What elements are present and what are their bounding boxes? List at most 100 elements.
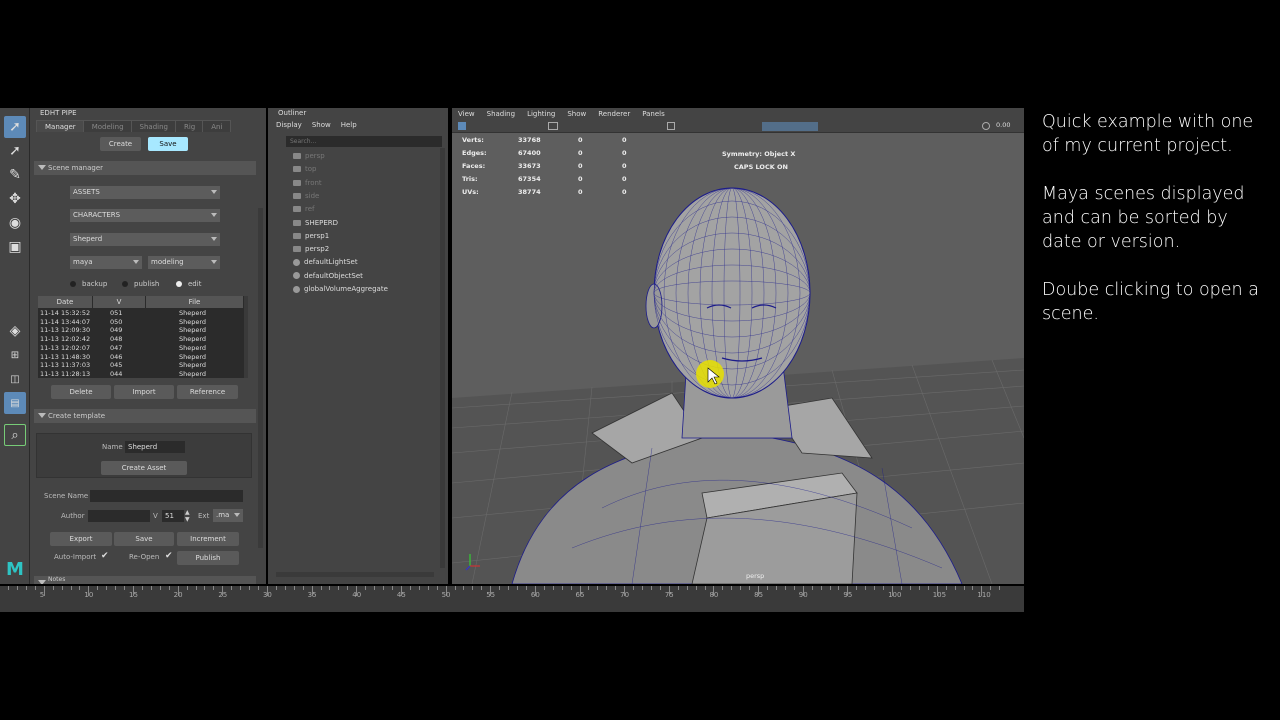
notes-section[interactable]: Notes <box>34 576 256 584</box>
timeline-tick <box>829 586 831 590</box>
gear-icon[interactable] <box>982 122 990 130</box>
lasso-tool-icon[interactable]: ➚ <box>4 140 26 162</box>
type-dropdown[interactable]: CHARACTERS <box>70 209 220 222</box>
outliner-hscrollbar[interactable] <box>276 572 434 577</box>
column-file[interactable]: File <box>146 296 243 308</box>
outliner-item[interactable]: SHEPERD <box>293 218 338 228</box>
outliner-item[interactable]: top <box>293 164 316 174</box>
tab-shading[interactable]: Shading <box>130 120 177 132</box>
row-file: Sheperd <box>179 326 207 335</box>
table-row[interactable]: 11-14 15:32:52 051 Sheperd <box>38 309 243 318</box>
radio-edit[interactable]: edit <box>176 279 201 289</box>
reopen-checkbox[interactable]: ✔ <box>165 551 173 561</box>
outliner-item[interactable]: defaultObjectSet <box>293 271 363 281</box>
radio-backup[interactable]: backup <box>70 279 107 289</box>
tab-modeling[interactable]: Modeling <box>82 120 133 132</box>
timeline-tick <box>517 586 518 590</box>
reference-button[interactable]: Reference <box>177 385 238 399</box>
camera-icon <box>293 153 301 159</box>
outliner-item[interactable]: defaultLightSet <box>293 257 358 267</box>
menu-show[interactable]: Show <box>567 108 586 120</box>
menu-view[interactable]: View <box>458 108 475 120</box>
column-date[interactable]: Date <box>38 296 92 308</box>
camera-select-icon[interactable] <box>458 122 466 130</box>
table-row[interactable]: 11-13 12:02:42 048 Sheperd <box>38 335 243 344</box>
table-row[interactable]: 11-13 12:09:30 049 Sheperd <box>38 326 243 335</box>
layout-outliner-icon[interactable]: ▤ <box>4 392 26 414</box>
create-template-section[interactable]: Create template <box>34 409 256 423</box>
software-dropdown[interactable]: maya <box>70 256 142 269</box>
list-scrollbar[interactable] <box>244 296 248 378</box>
export-button[interactable]: Export <box>50 532 112 546</box>
tab-rig[interactable]: Rig <box>174 120 205 132</box>
outliner-item[interactable]: side <box>293 191 319 201</box>
author-field[interactable] <box>88 510 150 522</box>
timeline-tick <box>61 586 63 590</box>
save-scene-button[interactable]: Save <box>114 532 174 546</box>
category-dropdown[interactable]: ASSETS <box>70 186 220 199</box>
menu-help[interactable]: Help <box>341 121 357 129</box>
menu-shading[interactable]: Shading <box>487 108 515 120</box>
outliner-vscrollbar[interactable] <box>440 148 445 568</box>
outliner-item[interactable]: front <box>293 178 322 188</box>
menu-panels[interactable]: Panels <box>642 108 665 120</box>
scene-manager-section[interactable]: Scene manager <box>34 161 256 175</box>
panel-scrollbar[interactable] <box>258 208 263 548</box>
search-icon[interactable]: ⌕ <box>4 424 26 446</box>
outliner-item[interactable]: persp2 <box>293 244 329 254</box>
radio-publish[interactable]: publish <box>122 279 159 289</box>
table-row[interactable]: 11-13 11:28:13 044 Sheperd <box>38 370 243 379</box>
menu-display[interactable]: Display <box>276 121 302 129</box>
value-readout[interactable]: 0.00 <box>996 121 1010 129</box>
tab-manager[interactable]: Manager <box>36 120 85 132</box>
timeline-tick <box>25 586 27 590</box>
outliner-item[interactable]: persp <box>293 151 325 161</box>
delete-button[interactable]: Delete <box>51 385 111 399</box>
timeline-tick <box>34 586 36 590</box>
outliner-item-label: persp2 <box>305 245 330 254</box>
menu-show[interactable]: Show <box>312 121 331 129</box>
version-stepper-icon[interactable]: ▲ ▼ <box>185 509 193 523</box>
table-row[interactable]: 11-14 13:44:07 050 Sheperd <box>38 318 243 327</box>
timeline-tick <box>8 586 9 590</box>
paint-select-icon[interactable]: ✎ <box>4 164 26 186</box>
table-row[interactable]: 11-13 11:37:03 045 Sheperd <box>38 361 243 370</box>
save-button[interactable]: Save <box>148 137 188 151</box>
name-field[interactable]: Sheperd <box>125 441 185 453</box>
shading-mode-icons[interactable] <box>762 122 818 131</box>
create-button[interactable]: Create <box>100 137 141 151</box>
tab-ani[interactable]: Ani <box>202 120 232 132</box>
increment-button[interactable]: Increment <box>177 532 239 546</box>
scene-list[interactable]: Date V File 11-14 15:32:52 051 Sheperd 11-1… <box>38 296 248 378</box>
version-field[interactable]: 51 <box>162 510 184 522</box>
layout-single-icon[interactable]: ◈ <box>4 320 26 342</box>
outliner-item[interactable]: ref <box>293 204 315 214</box>
viewport[interactable]: View Shading Lighting Show Renderer Pane… <box>452 108 1024 584</box>
table-row[interactable]: 11-13 12:02:07 047 Sheperd <box>38 344 243 353</box>
column-version[interactable]: V <box>93 296 145 308</box>
asset-dropdown[interactable]: Sheperd <box>70 233 220 246</box>
outliner-item[interactable]: globalVolumeAggregate <box>293 284 388 294</box>
menu-lighting[interactable]: Lighting <box>527 108 555 120</box>
stage-dropdown[interactable]: modeling <box>148 256 220 269</box>
grid-icon[interactable] <box>667 122 675 130</box>
rotate-tool-icon[interactable]: ◉ <box>4 212 26 234</box>
outliner-search-input[interactable] <box>286 136 442 147</box>
row-date: 11-13 12:02:07 <box>40 343 91 352</box>
layout-four-icon[interactable]: ⊞ <box>4 344 26 366</box>
import-button[interactable]: Import <box>114 385 174 399</box>
snapshot-icon[interactable] <box>548 122 558 130</box>
layout-two-icon[interactable]: ◫ <box>4 368 26 390</box>
table-row[interactable]: 11-13 11:48:30 046 Sheperd <box>38 353 243 362</box>
move-tool-icon[interactable]: ✥ <box>4 188 26 210</box>
menu-renderer[interactable]: Renderer <box>598 108 630 120</box>
publish-button[interactable]: Publish <box>177 551 239 565</box>
select-tool-icon[interactable]: ➚ <box>4 116 26 138</box>
ext-dropdown[interactable]: .ma <box>213 509 243 522</box>
scale-tool-icon[interactable]: ▣ <box>4 236 26 258</box>
timeline[interactable]: 5 10 15 20 25 30 35 40 45 50 55 60 65 70 75 80 85 90 95 100… <box>0 586 1024 612</box>
auto-import-checkbox[interactable]: ✔ <box>101 551 109 561</box>
scene-name-field[interactable] <box>90 490 243 502</box>
create-asset-button[interactable]: Create Asset <box>101 461 187 475</box>
outliner-item[interactable]: persp1 <box>293 231 329 241</box>
